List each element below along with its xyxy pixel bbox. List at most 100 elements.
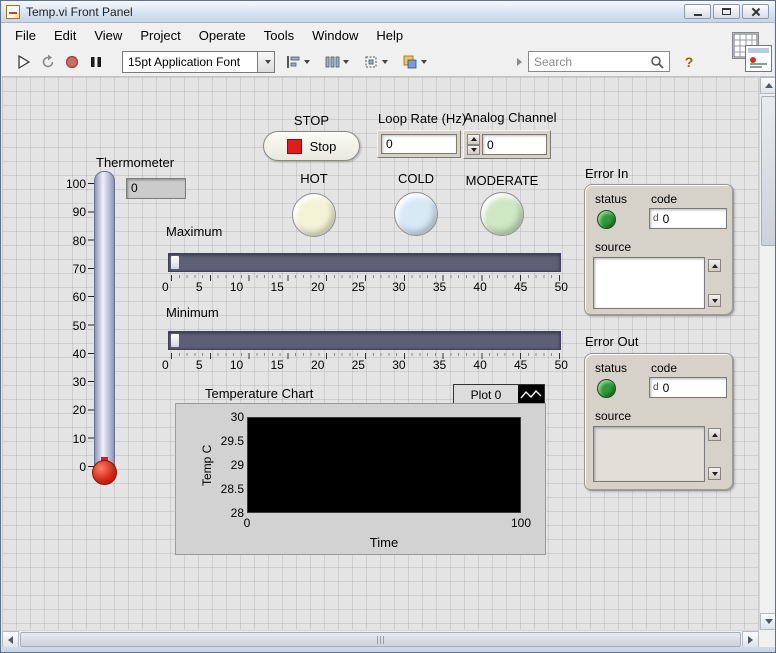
chart-plot-area [247, 417, 521, 513]
menu-operate[interactable]: Operate [190, 24, 255, 47]
error-in-code-field[interactable]: d 0 [649, 208, 727, 229]
minimize-button[interactable] [684, 4, 711, 19]
analog-channel-value[interactable]: 0 [482, 134, 547, 155]
run-arrow-icon [16, 54, 32, 70]
tick-label: 25 [352, 280, 365, 294]
abort-button[interactable] [60, 50, 84, 74]
down-arrow-icon [471, 148, 477, 152]
align-objects-icon [285, 54, 301, 70]
menu-edit[interactable]: Edit [45, 24, 85, 47]
loop-rate-control[interactable]: 0 [377, 130, 461, 158]
scroll-right-button[interactable] [742, 631, 759, 648]
tick-label: 28.5 [214, 483, 244, 495]
analog-channel-control[interactable]: 0 [463, 130, 551, 159]
run-continuously-icon [40, 54, 56, 70]
tick-label: 29.5 [214, 435, 244, 447]
menu-window[interactable]: Window [303, 24, 367, 47]
chevron-down-icon [343, 60, 349, 64]
stop-label: STOP [263, 113, 360, 128]
font-selector-dropdown-button[interactable] [258, 51, 275, 73]
code-label: code [651, 361, 677, 375]
tick-label: 0 [162, 358, 169, 372]
radix-indicator: d [650, 382, 663, 393]
resize-objects-button[interactable] [359, 50, 392, 74]
error-out-source-scrollbar [708, 428, 721, 480]
search-input[interactable]: Search [528, 51, 670, 72]
thermometer-scale: 100 90 80 70 60 50 40 30 20 10 0 [54, 178, 86, 474]
run-button[interactable] [12, 50, 36, 74]
minimum-slider-label: Minimum [166, 305, 219, 320]
increment-button[interactable] [467, 134, 480, 145]
tick-label: 10 [73, 433, 86, 446]
tick-label: 15 [270, 358, 283, 372]
title-bar[interactable]: Temp.vi Front Panel [1, 1, 775, 23]
search-icon [650, 55, 664, 69]
scroll-up-button[interactable] [708, 259, 721, 272]
align-objects-button[interactable] [281, 50, 314, 74]
error-out-label: Error Out [585, 334, 638, 349]
vertical-scrollbar[interactable] [759, 77, 776, 630]
tick-label: 5 [196, 358, 203, 372]
chevron-down-icon [421, 60, 427, 64]
toolbar: 15pt Application Font [2, 47, 774, 77]
scroll-down-button[interactable] [708, 467, 721, 480]
analog-channel-spinner [467, 134, 480, 155]
close-button[interactable] [742, 4, 769, 19]
error-in-cluster: status code d 0 source [584, 184, 734, 316]
font-selector[interactable]: 15pt Application Font [122, 51, 258, 73]
horizontal-scroll-thumb[interactable] [20, 632, 741, 647]
tick-label: 100 [66, 178, 86, 191]
maximum-slider-thumb[interactable] [170, 255, 180, 270]
scroll-down-button[interactable] [708, 294, 721, 307]
tick-label: 80 [73, 235, 86, 248]
horizontal-scrollbar[interactable] [2, 630, 759, 647]
run-continuously-button[interactable] [36, 50, 60, 74]
scroll-up-button[interactable] [708, 428, 721, 441]
error-out-code-value: 0 [663, 381, 670, 395]
analog-channel-label: Analog Channel [464, 110, 557, 125]
scroll-left-button[interactable] [2, 631, 19, 648]
moderate-label: MODERATE [464, 173, 540, 188]
vertical-scroll-thumb[interactable] [761, 96, 776, 246]
tick-label: 25 [352, 358, 365, 372]
error-out-code-field: d 0 [649, 377, 727, 398]
scroll-up-button[interactable] [760, 77, 776, 94]
loop-rate-value[interactable]: 0 [381, 134, 457, 154]
context-help-button[interactable]: ? [678, 51, 700, 73]
left-arrow-icon [8, 636, 13, 644]
menu-help[interactable]: Help [367, 24, 412, 47]
tick-label: 45 [514, 280, 527, 294]
tick-label: 100 [507, 516, 535, 530]
plot-line-icon [518, 385, 544, 404]
decrement-button[interactable] [467, 145, 480, 156]
plot-legend[interactable]: Plot 0 [453, 384, 545, 405]
menu-tools[interactable]: Tools [255, 24, 303, 47]
up-arrow-icon [712, 264, 718, 268]
front-panel: Thermometer 0 100 90 80 70 60 50 40 30 2… [2, 77, 759, 630]
abort-icon [64, 54, 80, 70]
thermometer-bulb [92, 460, 117, 485]
error-out-source-field [593, 426, 705, 482]
vi-icon-editor[interactable] [745, 45, 772, 72]
reorder-objects-button[interactable] [398, 50, 431, 74]
error-in-status-led[interactable] [597, 210, 616, 229]
error-in-source-field[interactable] [593, 257, 705, 309]
stop-button[interactable]: Stop [263, 131, 360, 161]
minimum-slider-thumb[interactable] [170, 333, 180, 348]
toolbar-separator-icon [517, 58, 522, 66]
chart-x-axis-label: Time [247, 535, 521, 550]
pause-button[interactable] [84, 50, 108, 74]
search-placeholder: Search [534, 55, 650, 69]
distribute-objects-button[interactable] [320, 50, 353, 74]
menu-view[interactable]: View [85, 24, 131, 47]
maximum-slider-track[interactable] [168, 253, 561, 272]
scroll-down-button[interactable] [760, 613, 776, 630]
chevron-down-icon [304, 60, 310, 64]
menu-project[interactable]: Project [131, 24, 189, 47]
vi-icon-line [750, 66, 762, 68]
minimum-slider-track[interactable] [168, 331, 561, 350]
maximize-button[interactable] [713, 4, 740, 19]
minimum-slider-scale: 0 5 10 15 20 25 30 35 40 45 50 [162, 358, 568, 372]
menu-file[interactable]: File [6, 24, 45, 47]
tick-label: 45 [514, 358, 527, 372]
